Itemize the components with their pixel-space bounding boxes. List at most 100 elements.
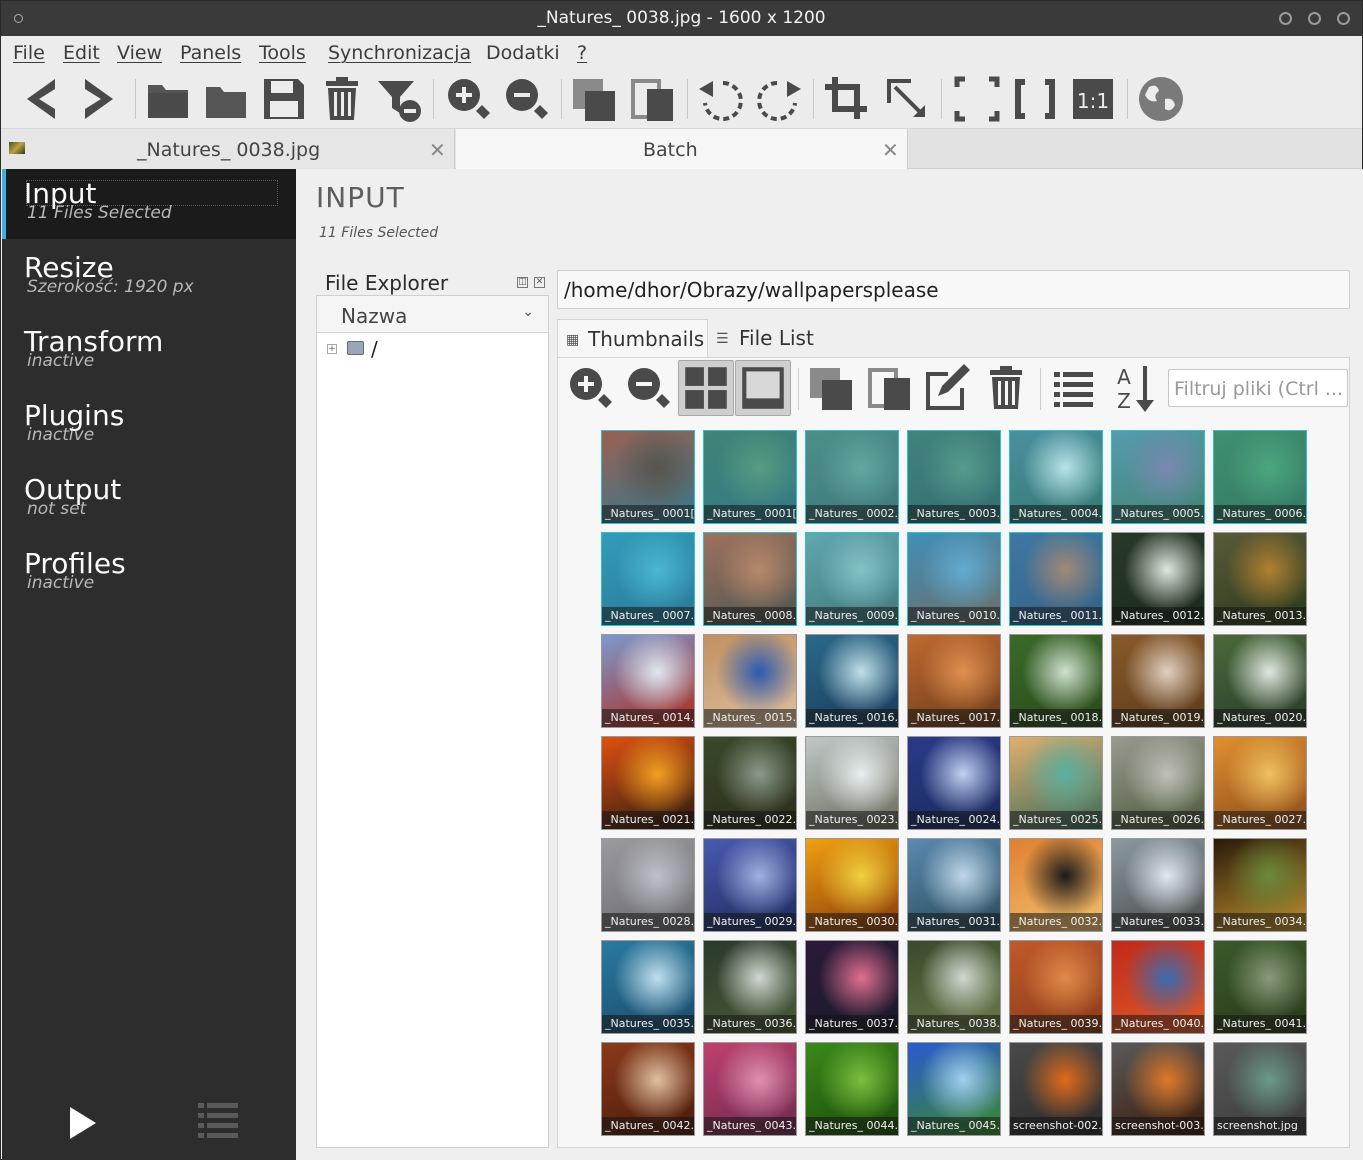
open-folder-icon[interactable]	[142, 73, 194, 125]
delete-icon[interactable]	[316, 73, 368, 125]
grid-view-icon[interactable]	[678, 360, 734, 416]
copy-icon[interactable]	[569, 73, 621, 125]
sidebar-item-input[interactable]: Input 11 Files Selected	[2, 169, 296, 239]
rename-icon[interactable]	[922, 362, 974, 414]
preview-view-icon[interactable]	[735, 360, 791, 416]
column-header[interactable]: Nazwa ⌄	[317, 296, 548, 333]
maximize-button[interactable]	[1308, 12, 1321, 25]
thumbnail-item[interactable]: _Natures_ 0037.jpg	[805, 940, 899, 1034]
thumbnail-item[interactable]: _Natures_ 0038.jpg	[907, 940, 1001, 1034]
menu-tools[interactable]: Tools	[259, 42, 306, 64]
zoom-out-icon[interactable]	[500, 73, 552, 125]
thumbnail-item[interactable]: _Natures_ 0031.jpg	[907, 838, 1001, 932]
sidebar-item-resize[interactable]: Resize Szerokość: 1920 px	[2, 243, 296, 313]
menu-view[interactable]: View	[117, 42, 162, 64]
thumbnail-item[interactable]: _Natures_ 0017.jpg	[907, 634, 1001, 728]
zoom-in-icon[interactable]	[564, 362, 616, 414]
menu-file[interactable]: File	[13, 42, 45, 64]
thumbnail-item[interactable]: _Natures_ 0021.jpg	[601, 736, 695, 830]
thumbnail-item[interactable]: _Natures_ 0024.jpg	[907, 736, 1001, 830]
zoom-in-icon[interactable]	[442, 73, 494, 125]
thumbnail-item[interactable]: _Natures_ 0026.jpg	[1111, 736, 1205, 830]
thumbnail-item[interactable]: _Natures_ 0015.jpg	[703, 634, 797, 728]
thumbnail-item[interactable]: _Natures_ 0033.jpg	[1111, 838, 1205, 932]
globe-icon[interactable]	[1135, 73, 1187, 125]
thumbnail-item[interactable]: _Natures_ 0006.jpg	[1213, 430, 1307, 524]
crop-icon[interactable]	[821, 73, 873, 125]
thumbnail-item[interactable]: _Natures_ 0019.jpg	[1111, 634, 1205, 728]
thumbnail-item[interactable]: _Natures_ 0010.jpg	[907, 532, 1001, 626]
expand-icon[interactable]: +	[327, 344, 337, 354]
menu-edit[interactable]: Edit	[63, 42, 100, 64]
actual-size-icon[interactable]: 1:1	[1067, 73, 1119, 125]
path-field[interactable]: /home/dhor/Obrazy/wallpapersplease	[557, 270, 1350, 309]
resize-icon[interactable]	[881, 73, 933, 125]
thumbnail-item[interactable]: _Natures_ 0005.jpg	[1111, 430, 1205, 524]
fit-icon[interactable]	[1009, 73, 1061, 125]
thumbnail-item[interactable]: _Natures_ 0001[ma	[703, 430, 797, 524]
minimize-button[interactable]	[1279, 12, 1292, 25]
tab-image[interactable]: _Natures_ 0038.jpg ✕	[1, 129, 455, 169]
menu-help[interactable]: ?	[577, 42, 587, 64]
float-panel-icon[interactable]: ◫	[517, 277, 528, 288]
rotate-right-icon[interactable]	[753, 73, 805, 125]
thumbnail-item[interactable]: _Natures_ 0044.jpg	[805, 1042, 899, 1136]
thumbnail-item[interactable]: _Natures_ 0034.jpg	[1213, 838, 1307, 932]
thumbnail-item[interactable]: _Natures_ 0032.jpg	[1009, 838, 1103, 932]
thumbnail-item[interactable]: _Natures_ 0011.jpg	[1009, 532, 1103, 626]
thumbnail-item[interactable]: _Natures_ 0014.jpg	[601, 634, 695, 728]
thumbnail-item[interactable]: _Natures_ 0027.jpg	[1213, 736, 1307, 830]
thumbnail-item[interactable]: _Natures_ 0036.jpg	[703, 940, 797, 1034]
close-tab-icon[interactable]: ✕	[882, 138, 899, 162]
thumbnail-item[interactable]: _Natures_ 0030.jpg	[805, 838, 899, 932]
move-icon[interactable]	[864, 362, 916, 414]
thumbnail-item[interactable]: _Natures_ 0040.jpg	[1111, 940, 1205, 1034]
tab-thumbnails[interactable]: ▦ Thumbnails	[557, 319, 708, 357]
sidebar-item-profiles[interactable]: Profiles inactive	[2, 539, 296, 609]
move-icon[interactable]	[627, 73, 679, 125]
menu-synchronizacja[interactable]: Synchronizacja	[328, 42, 471, 64]
thumbnail-item[interactable]: _Natures_ 0003.jpg	[907, 430, 1001, 524]
thumbnail-item[interactable]: _Natures_ 0016.jpg	[805, 634, 899, 728]
thumbnail-item[interactable]: _Natures_ 0039.jpg	[1009, 940, 1103, 1034]
thumbnail-item[interactable]: _Natures_ 0042.jpg	[601, 1042, 695, 1136]
thumbnail-item[interactable]: _Natures_ 0013.jpg	[1213, 532, 1307, 626]
open-dir-icon[interactable]	[200, 73, 252, 125]
thumbnail-item[interactable]: _Natures_ 0041.jpg	[1213, 940, 1307, 1034]
thumbnail-item[interactable]: _Natures_ 0012.jpg	[1111, 532, 1205, 626]
thumbnail-item[interactable]: _Natures_ 0023.jpg	[805, 736, 899, 830]
fullscreen-icon[interactable]	[951, 73, 1003, 125]
thumbnail-item[interactable]: _Natures_ 0043.jpg	[703, 1042, 797, 1136]
thumbnail-item[interactable]: _Natures_ 0008.jpg	[703, 532, 797, 626]
thumbnail-item[interactable]: _Natures_ 0004.jpg	[1009, 430, 1103, 524]
thumbnail-item[interactable]: _Natures_ 0007.jpg	[601, 532, 695, 626]
thumbnail-item[interactable]: screenshot.jpg	[1213, 1042, 1307, 1136]
list-details-icon[interactable]	[1048, 362, 1100, 414]
forward-icon[interactable]	[73, 73, 125, 125]
thumbnail-item[interactable]: _Natures_ 0025.jpg	[1009, 736, 1103, 830]
sidebar-item-transform[interactable]: Transform inactive	[2, 317, 296, 387]
tab-batch[interactable]: Batch ✕	[456, 129, 908, 169]
back-icon[interactable]	[15, 73, 67, 125]
thumbnail-item[interactable]: _Natures_ 0035.jpg	[601, 940, 695, 1034]
queue-list-icon[interactable]	[198, 1102, 238, 1140]
sidebar-item-output[interactable]: Output not set	[2, 465, 296, 535]
thumbnail-item[interactable]: _Natures_ 0002.jpg	[805, 430, 899, 524]
thumbnail-item[interactable]: screenshot-002.jpg	[1009, 1042, 1103, 1136]
thumbnail-item[interactable]: _Natures_ 0029.jpg	[703, 838, 797, 932]
menu-panels[interactable]: Panels	[180, 42, 241, 64]
thumbnail-item[interactable]: _Natures_ 0018.jpg	[1009, 634, 1103, 728]
save-icon[interactable]	[258, 73, 310, 125]
copy-icon[interactable]	[806, 362, 858, 414]
clear-filter-icon[interactable]	[374, 73, 426, 125]
thumbnail-item[interactable]: _Natures_ 0028.jpg	[601, 838, 695, 932]
delete-icon[interactable]	[980, 362, 1032, 414]
rotate-left-icon[interactable]	[695, 73, 747, 125]
close-panel-icon[interactable]: ✕	[534, 277, 545, 288]
thumbnail-item[interactable]: _Natures_ 0009.jpg	[805, 532, 899, 626]
filter-input[interactable]: Filtruj pliki (Ctrl ...	[1168, 369, 1348, 407]
thumbnail-item[interactable]: screenshot-003.jpg	[1111, 1042, 1205, 1136]
thumbnail-item[interactable]: _Natures_ 0020.jpg	[1213, 634, 1307, 728]
menu-dodatki[interactable]: Dodatki	[486, 42, 560, 64]
close-tab-icon[interactable]: ✕	[429, 138, 446, 162]
